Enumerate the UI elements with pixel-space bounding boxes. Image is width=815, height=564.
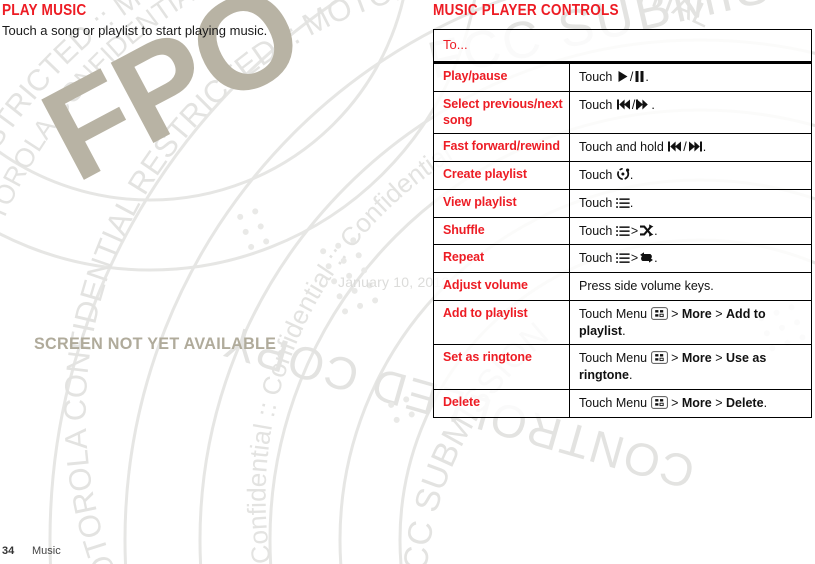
menu-arrow-1: > <box>671 306 679 321</box>
play-music-body-text: Touch a song or playlist to start playin… <box>2 23 268 38</box>
task-label: Delete <box>433 388 570 418</box>
skip-next-icon <box>688 140 703 153</box>
action-text: Touch Menu <box>579 395 648 410</box>
action-terminator: . <box>629 368 633 382</box>
playlist-icon <box>616 197 630 209</box>
skip-previous-icon <box>667 140 682 153</box>
skip-previous-icon <box>616 98 631 111</box>
action-terminator: . <box>629 195 634 210</box>
action-cell: Press side volume keys. <box>569 272 812 301</box>
action-cell: Touch . <box>569 188 812 218</box>
footer-section-label: Music <box>32 545 61 557</box>
action-text: Touch Menu <box>579 306 648 321</box>
menu-item-more: More <box>681 395 712 410</box>
action-cell: Touch . <box>569 161 812 190</box>
playlist-icon <box>616 225 630 237</box>
action-terminator: . <box>651 97 655 112</box>
action-cell: Touch and hold /. <box>569 133 812 162</box>
task-label: Fast forward/rewind <box>433 133 570 162</box>
action-cell: Touch >. <box>569 244 812 273</box>
table-row: View playlist Touch . <box>433 188 812 218</box>
task-label: Set as ringtone <box>433 344 570 390</box>
table-header-label: To... <box>443 37 468 52</box>
action-terminator: . <box>629 168 634 182</box>
screen-not-available-label: SCREEN NOT YET AVAILABLE <box>34 334 277 353</box>
menu-icon <box>650 395 668 409</box>
action-terminator: . <box>654 251 658 266</box>
icon-separator: > <box>630 251 639 266</box>
music-player-controls-heading: Music player controls <box>433 2 619 19</box>
icon-separator: > <box>630 223 639 238</box>
task-label: Repeat <box>433 244 570 273</box>
task-label: Create playlist <box>433 161 570 190</box>
action-text: Touch <box>579 195 613 210</box>
action-cell: Touch Menu > More > Delete. <box>569 388 812 418</box>
action-cell: Touch >. <box>569 216 812 246</box>
pause-icon <box>634 70 645 83</box>
menu-icon <box>650 306 668 320</box>
action-terminator: . <box>622 323 626 338</box>
action-text: Touch <box>579 223 613 238</box>
repeat-icon <box>639 251 654 264</box>
action-cell: Touch Menu > More > Use as ringtone. <box>569 344 812 390</box>
table-row: Delete Touch Menu > More > Delete. <box>433 388 812 418</box>
table-row: Select previous/next song Touch /. <box>433 90 812 135</box>
menu-arrow-1: > <box>671 395 679 410</box>
table-header-row: To... <box>433 29 812 64</box>
task-label: Play/pause <box>433 62 570 92</box>
menu-icon <box>650 351 668 365</box>
action-text: Touch <box>579 168 613 182</box>
create-playlist-icon <box>616 167 630 181</box>
menu-arrow-2: > <box>715 351 723 366</box>
table-row: Shuffle Touch >. <box>433 216 812 246</box>
playlist-icon <box>616 252 630 264</box>
action-terminator: . <box>654 223 658 238</box>
action-terminator: . <box>763 395 768 410</box>
table-row: Adjust volume Press side volume keys. <box>433 272 812 301</box>
page-number: 34 <box>2 545 15 557</box>
task-label: Add to playlist <box>433 299 570 346</box>
table-row: Repeat Touch >. <box>433 244 812 273</box>
menu-item-more: More <box>681 351 712 366</box>
action-terminator: . <box>645 70 649 84</box>
task-label: View playlist <box>433 188 570 218</box>
action-terminator: . <box>702 140 707 155</box>
music-player-controls-table: To... Play/pause Touch /. Select previou… <box>433 29 812 418</box>
shuffle-icon <box>639 223 654 237</box>
action-cell: Touch /. <box>569 90 812 135</box>
action-cell: Touch /. <box>569 62 812 92</box>
menu-item-target: Delete <box>726 395 764 410</box>
task-label: Shuffle <box>433 216 570 246</box>
menu-arrow-1: > <box>671 351 679 366</box>
skip-next-icon <box>636 98 651 111</box>
action-text: Touch <box>579 251 613 266</box>
action-text: Touch Menu <box>579 351 648 366</box>
task-label: Adjust volume <box>433 272 570 301</box>
table-row: Add to playlist Touch Menu > More > Add … <box>433 299 812 346</box>
table-row: Set as ringtone Touch Menu > More > Use … <box>433 344 812 390</box>
action-cell: Touch Menu > More > Add to playlist. <box>569 299 812 346</box>
action-text: Touch <box>579 97 613 112</box>
page-footer: 34 Music <box>2 545 61 557</box>
menu-arrow-2: > <box>715 395 723 410</box>
action-text: Touch and hold <box>579 140 664 155</box>
menu-item-more: More <box>681 306 712 321</box>
table-row: Create playlist Touch . <box>433 161 812 190</box>
task-label: Select previous/next song <box>433 90 570 135</box>
table-row: Fast forward/rewind Touch and hold /. <box>433 133 812 162</box>
play-music-heading: Play music <box>2 2 87 19</box>
table-row: Play/pause Touch /. <box>433 62 812 92</box>
play-icon <box>616 70 629 83</box>
menu-arrow-2: > <box>715 306 723 321</box>
action-text: Touch <box>579 70 613 84</box>
